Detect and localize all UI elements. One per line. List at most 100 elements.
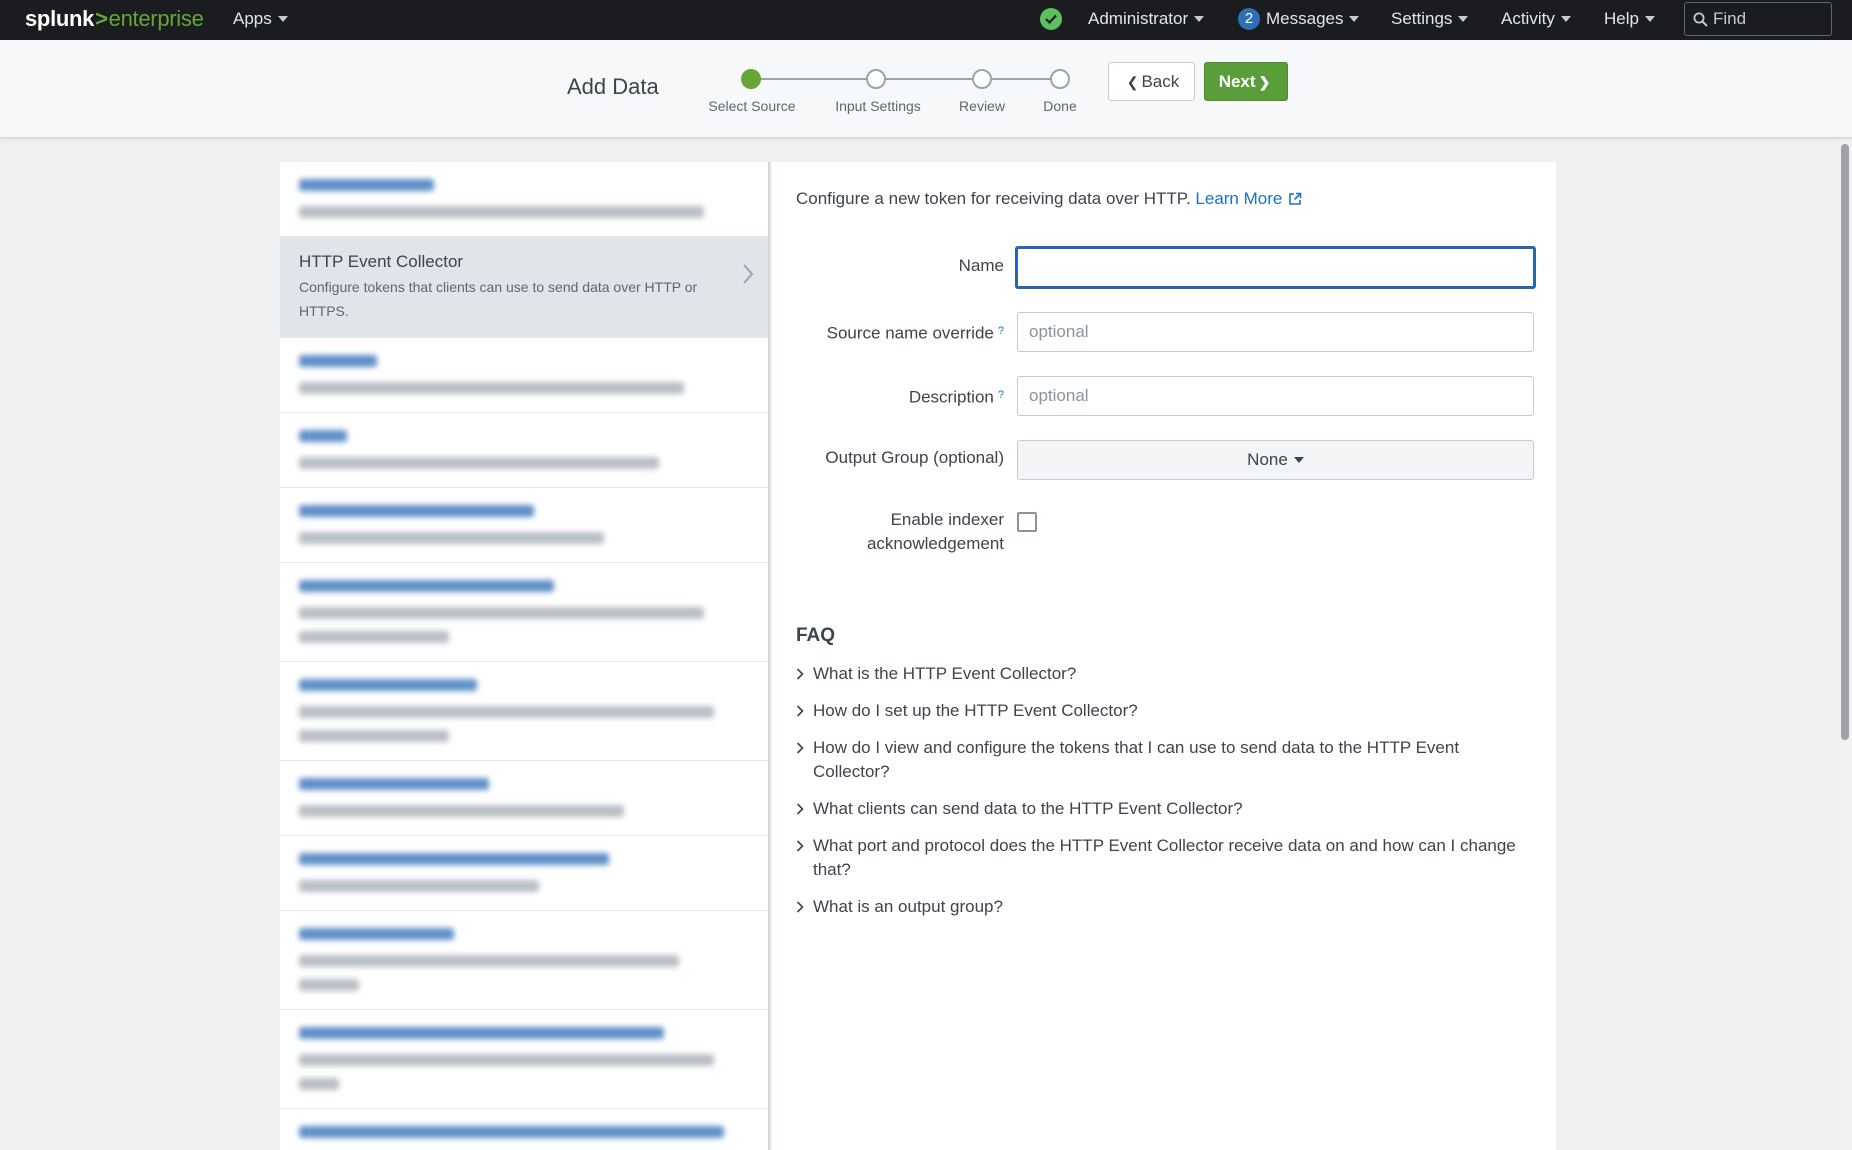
activity-menu-label: Activity [1501, 9, 1555, 28]
list-item[interactable] [280, 1010, 768, 1109]
splunk-logo[interactable]: splunk>enterprise [25, 6, 204, 32]
faq-item[interactable]: How do I view and configure the tokens t… [796, 736, 1536, 784]
description-input[interactable] [1017, 376, 1534, 416]
help-tooltip-icon[interactable]: ? [998, 389, 1004, 401]
chevron-right-icon [796, 705, 804, 717]
faq-question: How do I view and configure the tokens t… [813, 738, 1460, 781]
intro-description: Configure a new token for receiving data… [796, 189, 1191, 208]
description-text: Description [908, 387, 994, 407]
external-link-icon [1289, 192, 1302, 205]
chevron-down-icon [1293, 456, 1304, 463]
blurred-description [299, 607, 704, 619]
blurred-description [299, 730, 449, 742]
blurred-description [299, 382, 684, 394]
blurred-title [299, 1126, 724, 1138]
chevron-down-icon [1194, 15, 1205, 22]
blurred-title [299, 853, 609, 865]
blurred-title [299, 430, 347, 442]
blurred-description [299, 955, 679, 967]
messages-count-badge: 2 [1238, 8, 1260, 30]
chevron-right-icon [796, 901, 804, 913]
blurred-title [299, 778, 489, 790]
output-group-dropdown[interactable]: None [1017, 440, 1534, 480]
next-button[interactable]: Next ❯ [1204, 62, 1288, 101]
step-label-input-settings: Input Settings [835, 98, 921, 114]
activity-menu[interactable]: Activity [1501, 0, 1571, 40]
next-button-label: Next [1218, 72, 1256, 91]
messages-menu-label: Messages [1266, 9, 1344, 28]
chevron-down-icon [1458, 15, 1469, 22]
page-title: Add Data [567, 74, 659, 99]
name-input[interactable] [1015, 246, 1536, 289]
chevron-right-icon [743, 264, 754, 284]
source-list: HTTP Event Collector Configure tokens th… [280, 162, 770, 1150]
indexer-ack-checkbox[interactable] [1017, 512, 1037, 532]
check-circle-icon[interactable] [1040, 8, 1062, 30]
blurred-description [299, 880, 539, 892]
list-item[interactable] [280, 836, 768, 911]
blurred-description [299, 1054, 714, 1066]
faq-question: What clients can send data to the HTTP E… [813, 799, 1243, 818]
help-menu[interactable]: Help [1604, 0, 1655, 40]
search-icon [1693, 12, 1708, 27]
faq-item[interactable]: What clients can send data to the HTTP E… [796, 797, 1536, 821]
chevron-down-icon [1644, 15, 1655, 22]
list-item[interactable] [280, 1109, 768, 1150]
logo-product: enterprise [108, 6, 204, 31]
list-item[interactable] [280, 413, 768, 488]
list-item-description: Configure tokens that clients can use to… [299, 279, 698, 319]
apps-menu[interactable]: Apps [233, 0, 288, 40]
faq-item[interactable]: What port and protocol does the HTTP Eve… [796, 834, 1536, 882]
faq-question: How do I set up the HTTP Event Collector… [813, 701, 1138, 720]
source-name-override-input[interactable] [1017, 312, 1534, 352]
faq-item[interactable]: What is the HTTP Event Collector? [796, 662, 1536, 686]
blurred-title [299, 1027, 664, 1039]
find-input[interactable] [1713, 7, 1825, 31]
help-tooltip-icon[interactable]: ? [998, 325, 1004, 337]
find-search-box[interactable] [1684, 2, 1832, 36]
faq-question: What is the HTTP Event Collector? [813, 664, 1077, 683]
step-dot-review [972, 69, 992, 89]
list-item[interactable] [280, 662, 768, 761]
list-item[interactable] [280, 488, 768, 563]
logo-brand: splunk [25, 6, 95, 31]
faq-question: What is an output group? [813, 897, 1003, 916]
messages-menu[interactable]: 2 Messages [1238, 0, 1360, 40]
chevron-right-icon [796, 840, 804, 852]
back-button[interactable]: ❮ Back [1108, 62, 1195, 101]
http-event-collector-form: Configure a new token for receiving data… [772, 162, 1556, 1150]
chevron-left-icon: ❮ [1126, 74, 1139, 90]
step-dot-done [1050, 69, 1070, 89]
logo-separator: > [95, 6, 108, 31]
list-item[interactable] [280, 338, 768, 413]
blurred-description [299, 706, 714, 718]
settings-menu[interactable]: Settings [1391, 0, 1469, 40]
blurred-description [299, 805, 624, 817]
page-scrollbar[interactable] [1838, 140, 1852, 1150]
list-item-http-event-collector[interactable]: HTTP Event Collector Configure tokens th… [280, 237, 768, 338]
user-menu[interactable]: Administrator [1088, 0, 1205, 40]
list-item[interactable] [280, 761, 768, 836]
step-label-select-source: Select Source [708, 98, 796, 114]
source-name-override-text: Source name override [826, 323, 994, 343]
settings-menu-label: Settings [1391, 9, 1453, 28]
list-item[interactable] [280, 563, 768, 662]
list-item-title: HTTP Event Collector [299, 252, 464, 271]
faq-item[interactable]: What is an output group? [796, 895, 1536, 919]
chevron-right-icon [796, 668, 804, 680]
list-item[interactable] [280, 162, 768, 237]
output-group-label: Output Group (optional) [825, 448, 1004, 467]
learn-more-link[interactable]: Learn More [1195, 189, 1302, 208]
chevron-right-icon: ❯ [1258, 74, 1271, 90]
scrollbar-thumb[interactable] [1841, 144, 1849, 740]
help-menu-label: Help [1604, 9, 1639, 28]
faq-question: What port and protocol does the HTTP Eve… [813, 836, 1516, 879]
indexer-ack-label: Enable indexer acknowledgement [866, 510, 1004, 553]
blurred-description [299, 532, 604, 544]
step-dot-select-source [741, 69, 761, 89]
chevron-right-icon [796, 803, 804, 815]
user-menu-label: Administrator [1088, 9, 1189, 28]
list-item[interactable] [280, 911, 768, 1010]
blurred-title [299, 179, 434, 191]
faq-item[interactable]: How do I set up the HTTP Event Collector… [796, 699, 1536, 723]
